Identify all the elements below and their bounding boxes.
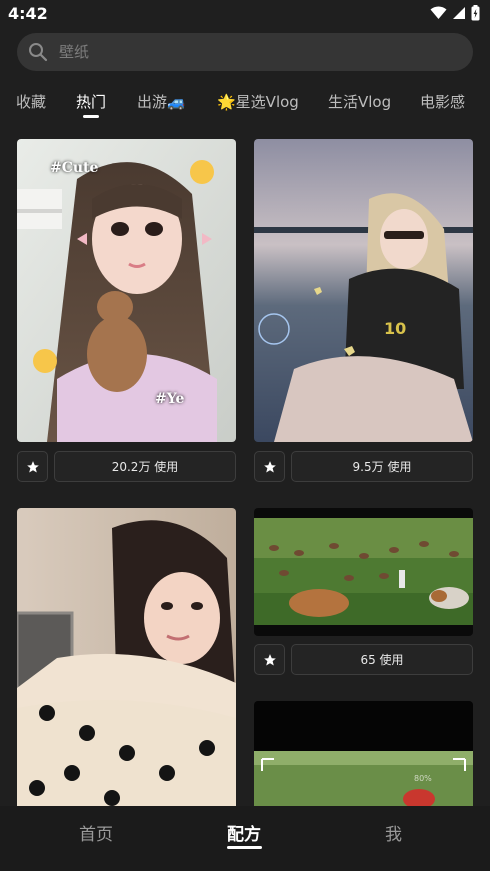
- status-icons: [430, 5, 480, 21]
- template-thumbnail[interactable]: 80%: [254, 701, 473, 806]
- template-thumbnail[interactable]: [254, 508, 473, 636]
- signal-icon: [453, 7, 465, 19]
- star-icon: [26, 460, 39, 473]
- category-tabs: 收藏 热门 出游🚙 🌟星选Vlog 生活Vlog 电影感: [0, 88, 490, 120]
- bottom-navigation: 首页 配方 我: [0, 806, 490, 871]
- star-icon: [263, 653, 276, 666]
- tab-star-vlog[interactable]: 🌟星选Vlog: [217, 88, 299, 114]
- template-thumbnail[interactable]: #Cute #Ye: [17, 139, 236, 442]
- nav-recipes[interactable]: 配方: [227, 820, 261, 845]
- favorite-button[interactable]: [254, 644, 285, 675]
- status-bar: 4:42: [0, 0, 490, 28]
- wifi-icon: [430, 6, 447, 19]
- nav-me[interactable]: 我: [385, 820, 402, 845]
- active-tab-indicator: [83, 115, 99, 118]
- nav-home[interactable]: 首页: [79, 820, 113, 845]
- star-icon: [263, 460, 276, 473]
- tab-life-vlog[interactable]: 生活Vlog: [328, 88, 391, 114]
- use-template-button[interactable]: 9.5万 使用: [291, 451, 473, 482]
- sticker-ye: #Ye: [155, 391, 185, 407]
- favorite-button[interactable]: [17, 451, 48, 482]
- tab-cinematic[interactable]: 电影感: [420, 88, 465, 114]
- status-time: 4:42: [8, 4, 48, 23]
- template-image: [17, 139, 236, 442]
- tab-popular[interactable]: 热门: [76, 88, 106, 114]
- svg-text:10: 10: [384, 319, 406, 338]
- template-thumbnail[interactable]: [17, 508, 236, 806]
- search-input[interactable]: [59, 33, 459, 71]
- template-image: 80%: [254, 701, 473, 806]
- search-bar[interactable]: [17, 33, 473, 71]
- active-nav-indicator: [227, 846, 262, 849]
- favorite-button[interactable]: [254, 451, 285, 482]
- battery-icon: [471, 5, 480, 21]
- app-screen: 4:42 收藏 热门 出游🚙 🌟星选Vlog 生活Vlog: [0, 0, 490, 871]
- template-thumbnail[interactable]: 10: [254, 139, 473, 442]
- tab-favorites[interactable]: 收藏: [16, 88, 46, 114]
- template-image: [17, 508, 236, 806]
- use-template-button[interactable]: 65 使用: [291, 644, 473, 675]
- tab-travel[interactable]: 出游🚙: [137, 88, 186, 114]
- sticker-cute: #Cute: [50, 160, 99, 176]
- camera-percent: 80%: [414, 774, 432, 783]
- template-image: 10: [254, 139, 473, 442]
- search-icon: [29, 43, 48, 62]
- use-template-button[interactable]: 20.2万 使用: [54, 451, 236, 482]
- template-image: [254, 508, 473, 636]
